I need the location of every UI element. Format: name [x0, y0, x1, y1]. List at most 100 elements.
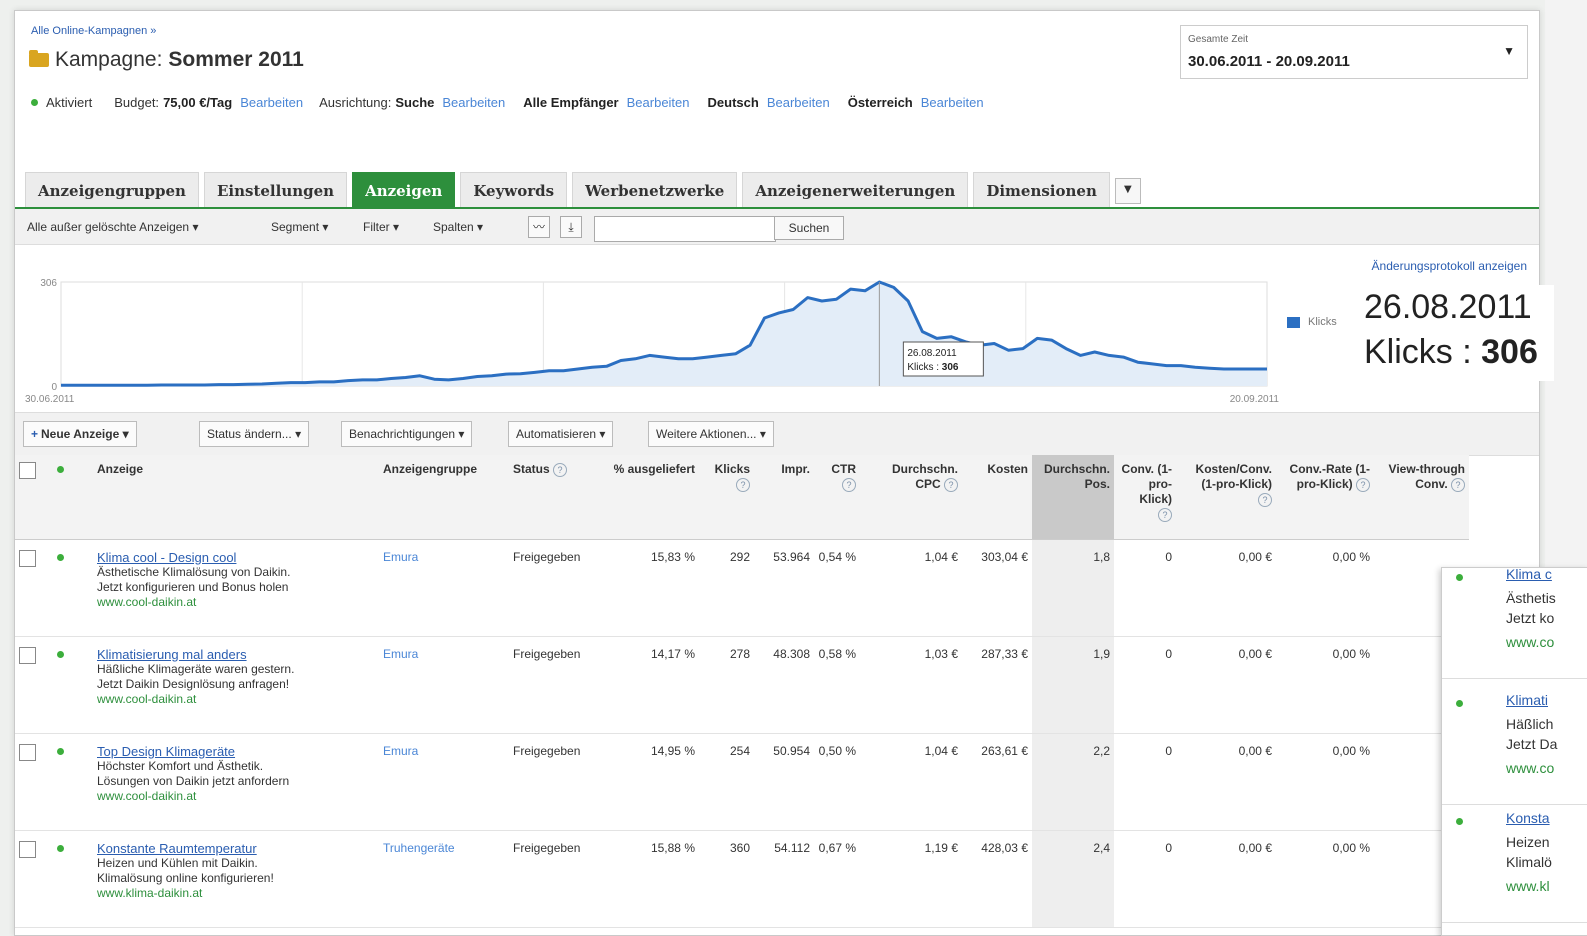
x-end-label: 20.09.2011 — [1230, 394, 1280, 405]
change-status-button[interactable]: Status ändern... ▾ — [199, 421, 310, 447]
status-dot-icon[interactable] — [57, 747, 64, 755]
col-clicks[interactable]: Klicks? — [699, 455, 754, 540]
col-ad[interactable]: Anzeige — [93, 455, 379, 540]
col-avg-position[interactable]: Durchschn. Pos. — [1032, 455, 1114, 540]
ads-table: Anzeige Anzeigengruppe Status ? % ausgel… — [15, 455, 1469, 928]
col-impr[interactable]: Impr. — [754, 455, 814, 540]
tab-anzeigengruppen[interactable]: Anzeigengruppen — [25, 172, 199, 208]
cpc-cell: 1,04 € — [860, 733, 962, 831]
row-checkbox[interactable] — [19, 743, 36, 761]
budget-edit-link[interactable]: Bearbeiten — [240, 95, 303, 110]
help-icon[interactable]: ? — [1451, 478, 1465, 492]
dropdown-caret-icon: ▼ — [1503, 44, 1515, 58]
ad-title-link[interactable]: Klimatisierung mal anders — [97, 647, 375, 662]
col-cost[interactable]: Kosten — [962, 455, 1032, 540]
status-dot-icon[interactable] — [57, 844, 64, 852]
adgroup-link[interactable]: Emura — [379, 733, 509, 831]
help-icon[interactable]: ? — [1356, 478, 1370, 492]
ad-line2: Jetzt Daikin Designlösung anfragen! — [97, 676, 290, 691]
help-icon[interactable]: ? — [1158, 508, 1172, 522]
status-cell: Freigegeben — [509, 733, 604, 831]
help-icon[interactable]: ? — [736, 478, 750, 492]
tab-keywords[interactable]: Keywords — [460, 172, 568, 208]
col-cpc[interactable]: Durchschn. CPC ? — [860, 455, 962, 540]
tab-dimensionen[interactable]: Dimensionen — [973, 172, 1110, 208]
automate-button[interactable]: Automatisieren ▾ — [508, 421, 614, 447]
campaign-status[interactable]: Aktiviert — [46, 95, 92, 110]
search-button[interactable]: Suchen — [774, 216, 844, 240]
adgroup-link[interactable]: Emura — [379, 636, 509, 734]
help-icon[interactable]: ? — [842, 478, 856, 492]
budget-label: Budget: — [114, 95, 160, 110]
line-chart-icon: 〰 — [532, 220, 545, 234]
preview-title-link[interactable]: Klima c — [1506, 568, 1552, 582]
ad-cell: Top Design Klimageräte Höchster Komfort … — [93, 733, 379, 831]
table-row: Klimatisierung mal anders Häßliche Klima… — [15, 636, 1469, 734]
help-icon[interactable]: ? — [553, 463, 568, 477]
search-input[interactable] — [594, 216, 776, 242]
zoomed-tooltip: 26.08.2011 Klicks : 306 — [1364, 285, 1554, 381]
cost-per-conv-cell: 0,00 € — [1176, 636, 1276, 734]
adgroup-link[interactable]: Truhengeräte — [379, 830, 509, 928]
row-checkbox[interactable] — [19, 549, 36, 567]
columns-dropdown[interactable]: Spalten ▾ — [433, 220, 483, 234]
col-adgroup[interactable]: Anzeigengruppe — [379, 455, 509, 540]
adgroup-link[interactable]: Emura — [379, 539, 509, 637]
status-dot-icon[interactable] — [57, 553, 64, 561]
preview-title-link[interactable]: Klimati — [1506, 692, 1548, 708]
download-button[interactable]: ⤓ — [560, 216, 582, 238]
help-icon[interactable]: ? — [1258, 493, 1272, 507]
notifications-button[interactable]: Benachrichtigungen ▾ — [341, 421, 473, 447]
col-cost-per-conv[interactable]: Kosten/Conv. (1-pro-Klick)? — [1176, 455, 1276, 540]
col-conv-rate[interactable]: Conv.-Rate (1-pro-Klick) ? — [1276, 455, 1374, 540]
new-ad-button[interactable]: + Neue Anzeige ▾ — [23, 421, 137, 447]
tab-anzeigenerweiterungen[interactable]: Anzeigenerweiterungen — [742, 172, 969, 208]
chart-toggle-button[interactable]: 〰 — [528, 216, 550, 238]
row-checkbox[interactable] — [19, 646, 36, 664]
targeting-edit-link[interactable]: Bearbeiten — [442, 95, 505, 110]
row-status-cell — [53, 636, 93, 734]
ad-filter-dropdown[interactable]: Alle außer gelöschte Anzeigen ▾ — [27, 220, 198, 234]
ad-title-link[interactable]: Top Design Klimageräte — [97, 744, 375, 759]
date-range-select[interactable]: Gesamte Zeit 30.06.2011 - 20.09.2011 ▼ — [1180, 25, 1528, 79]
ad-line2: Klimalösung online konfigurieren! — [97, 870, 274, 885]
preview-row: Konsta Heizen Klimalö www.kl — [1442, 804, 1587, 923]
col-conv[interactable]: Conv. (1-pro-Klick)? — [1114, 455, 1176, 540]
col-view-through[interactable]: View-through Conv. ? — [1374, 455, 1469, 540]
more-tabs-dropdown[interactable]: ▼ — [1114, 178, 1141, 204]
more-actions-button[interactable]: Weitere Aktionen... ▾ — [648, 421, 774, 447]
tab-einstellungen[interactable]: Einstellungen — [203, 172, 348, 208]
col-status[interactable]: Status ? — [509, 455, 604, 540]
cost-per-conv-cell: 0,00 € — [1176, 830, 1276, 928]
col-ctr[interactable]: CTR? — [814, 455, 860, 540]
recipients-edit-link[interactable]: Bearbeiten — [627, 95, 690, 110]
ad-title-link[interactable]: Konstante Raumtemperatur — [97, 841, 375, 856]
filter-dropdown[interactable]: Filter ▾ — [363, 220, 399, 234]
status-filter-icon[interactable] — [57, 466, 64, 473]
conv-rate-cell: 0,00 % — [1276, 830, 1374, 928]
segment-dropdown[interactable]: Segment ▾ — [271, 220, 328, 234]
preview-line2: Jetzt Da — [1506, 736, 1558, 752]
position-cell: 2,2 — [1032, 733, 1114, 831]
status-dot-icon — [1456, 818, 1463, 825]
col-served[interactable]: % ausgeliefert — [604, 455, 699, 540]
ad-title-link[interactable]: Klima cool - Design cool — [97, 550, 375, 565]
breadcrumb[interactable]: Alle Online-Kampagnen » — [31, 25, 156, 37]
tab-anzeigen[interactable]: Anzeigen — [352, 172, 456, 208]
ad-display-url: www.cool-daikin.at — [97, 788, 197, 803]
ad-display-url: www.klima-daikin.at — [97, 885, 203, 900]
change-log-link[interactable]: Änderungsprotokoll anzeigen — [1372, 259, 1527, 273]
status-dot-icon — [1456, 700, 1463, 707]
conv-cell: 0 — [1114, 733, 1176, 831]
conv-rate-cell: 0,00 % — [1276, 733, 1374, 831]
country-edit-link[interactable]: Bearbeiten — [921, 95, 984, 110]
help-icon[interactable]: ? — [944, 478, 958, 492]
status-dot-icon[interactable] — [57, 650, 64, 658]
preview-title-link[interactable]: Konsta — [1506, 810, 1550, 826]
select-all-checkbox[interactable] — [19, 462, 36, 479]
language-edit-link[interactable]: Bearbeiten — [767, 95, 830, 110]
row-checkbox[interactable] — [19, 840, 36, 858]
tab-werbenetzwerke[interactable]: Werbenetzwerke — [572, 172, 738, 208]
status-cell: Freigegeben — [509, 636, 604, 734]
row-status-cell — [53, 733, 93, 831]
